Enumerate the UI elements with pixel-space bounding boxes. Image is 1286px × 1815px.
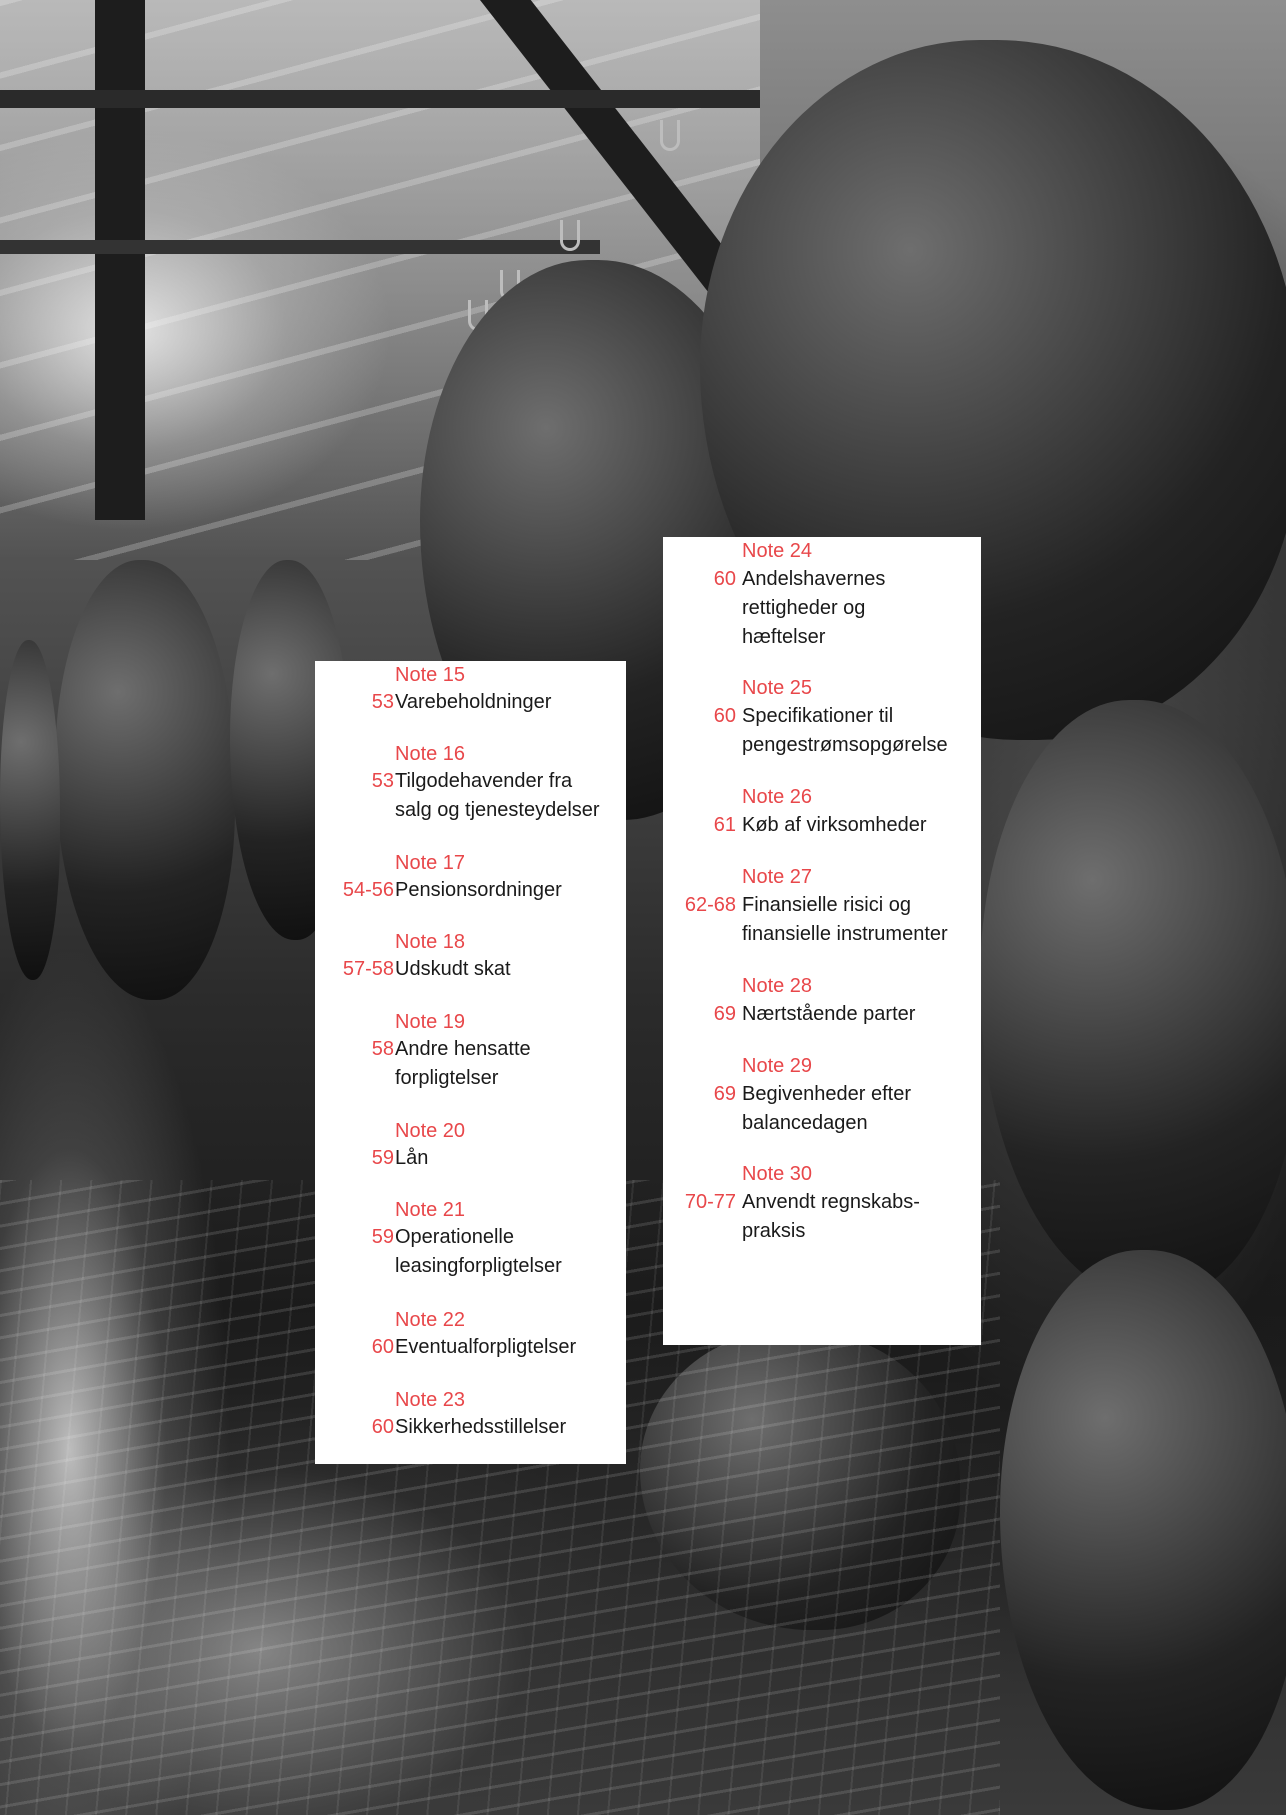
overhead-rail — [0, 240, 600, 254]
note-title: Udskudt skat — [395, 958, 511, 980]
note-title: Begivenheder efter — [742, 1083, 912, 1105]
hanging-meat — [0, 640, 60, 980]
meat-hook — [660, 120, 680, 151]
note-title: Finansielle risici og — [742, 894, 911, 916]
meat-hook — [560, 220, 580, 251]
page-reference: 53 — [371, 770, 394, 792]
toc-panel-right: Note 24 60 Andelshavernes rettigheder og… — [663, 537, 981, 1345]
page-reference: 53 — [371, 691, 394, 713]
note-title: Tilgodehavender fra — [395, 770, 573, 792]
note-label: Note 26 — [742, 786, 813, 808]
note-title: Operationelle — [395, 1226, 514, 1248]
hanging-meat — [55, 560, 235, 1000]
note-label: Note 30 — [742, 1163, 813, 1185]
note-title: Andre hensatte — [395, 1038, 531, 1060]
note-title: pengestrømsopgørelse — [742, 734, 948, 756]
note-label: Note 20 — [395, 1120, 466, 1142]
page-reference: 60 — [371, 1336, 394, 1358]
note-label: Note 25 — [742, 677, 813, 699]
note-label: Note 28 — [742, 975, 813, 997]
note-title: hæftelser — [742, 626, 826, 648]
note-label: Note 21 — [395, 1199, 466, 1221]
note-label: Note 29 — [742, 1055, 813, 1077]
page-reference: 54-56 — [342, 879, 394, 901]
note-title: Eventualforpligtelser — [395, 1336, 577, 1358]
note-label: Note 24 — [742, 540, 813, 562]
note-title: rettigheder og — [742, 597, 866, 619]
overhead-rail — [95, 0, 145, 520]
note-title: Sikkerhedsstillelser — [395, 1416, 567, 1438]
note-title: Anvendt regnskabs- — [742, 1191, 920, 1213]
page-reference: 60 — [371, 1416, 394, 1438]
page-reference: 60 — [713, 705, 736, 727]
note-label: Note 16 — [395, 743, 466, 765]
note-title: salg og tjenesteydelser — [395, 799, 600, 821]
note-title: Andelshavernes — [742, 568, 886, 590]
page-reference: 61 — [713, 814, 736, 836]
note-title: Køb af virksomheder — [742, 814, 927, 836]
background-photo — [0, 0, 1286, 1815]
page-reference: 69 — [713, 1003, 736, 1025]
note-title: Varebeholdninger — [395, 691, 552, 713]
note-title: praksis — [742, 1220, 806, 1242]
note-title: Lån — [395, 1147, 429, 1169]
hanging-meat — [1000, 1250, 1286, 1810]
note-label: Note 19 — [395, 1011, 466, 1033]
page-reference: 70-77 — [684, 1191, 736, 1213]
page-reference: 59 — [371, 1147, 394, 1169]
page-reference: 57-58 — [342, 958, 394, 980]
note-title: finansielle instrumenter — [742, 923, 948, 945]
note-title: forpligtelser — [395, 1067, 499, 1089]
note-label: Note 23 — [395, 1389, 466, 1411]
note-title: Nærtstående parter — [742, 1003, 916, 1025]
page-reference: 58 — [371, 1038, 394, 1060]
hanging-meat — [980, 700, 1286, 1300]
note-title: balancedagen — [742, 1112, 868, 1134]
note-label: Note 22 — [395, 1309, 466, 1331]
note-label: Note 27 — [742, 866, 813, 888]
page-reference: 59 — [371, 1226, 394, 1248]
note-label: Note 15 — [395, 664, 466, 686]
toc-panel-left: Note 15 53 Varebeholdninger Note 16 53 T… — [315, 661, 626, 1464]
page-reference: 62-68 — [684, 894, 736, 916]
overhead-rail — [0, 90, 760, 108]
page-reference: 69 — [713, 1083, 736, 1105]
note-title: leasingforpligtelser — [395, 1255, 562, 1277]
note-label: Note 17 — [395, 852, 466, 874]
page-reference: 60 — [713, 568, 736, 590]
note-title: Pensionsordninger — [395, 879, 562, 901]
note-label: Note 18 — [395, 931, 466, 953]
note-title: Specifikationer til — [742, 705, 894, 727]
